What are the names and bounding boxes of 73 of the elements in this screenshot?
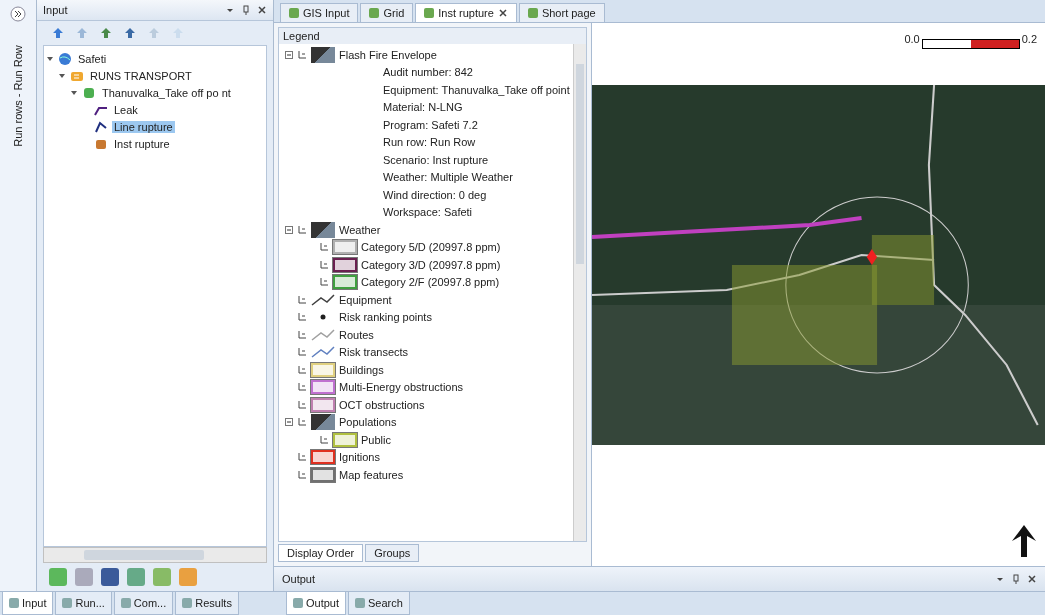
pane-tab[interactable]: Results [175,592,239,615]
legend-label: Routes [339,328,374,341]
legend-label: Flash Fire Envelope [339,48,437,61]
scale-label: 0.2 [1021,33,1037,45]
scale-label: 0.0 [904,33,920,45]
tree-item[interactable]: Leak [112,103,140,116]
legend-tab[interactable]: Display Order [278,544,364,563]
legend-title: Legend [283,30,320,42]
document-tab[interactable]: GIS Input [280,3,359,22]
expand-pane-icon[interactable] [10,6,26,22]
expand-toggle-icon[interactable] [70,88,78,97]
toolbar-arrow-icon[interactable] [123,26,137,40]
legend-label: Weather: Multiple Weather [383,171,513,184]
document-tab[interactable]: Grid [360,3,414,22]
legend-label: Scenario: Inst rupture [383,153,489,166]
pane-tab[interactable]: Run... [55,592,112,615]
vertical-scrollbar[interactable] [573,44,586,542]
legend-label: Buildings [339,363,384,376]
tree-item[interactable]: Thanuvalka_Take off po nt [100,86,233,99]
north-arrow-icon [1011,524,1037,559]
legend-label: Workspace: Safeti [383,206,473,219]
legend-label: Equipment: Thanuvalka_Take off point [383,83,570,96]
expand-toggle-icon[interactable] [58,71,66,80]
legend-label: Equipment [339,293,392,306]
layer-thumbnail-icon [311,46,335,63]
document-tab[interactable]: Inst rupture [415,3,517,22]
legend-label: Risk transects [339,346,409,359]
expand-toggle-icon[interactable] [285,418,293,427]
legend-label: Weather [339,223,381,236]
legend-label: OCT obstructions [339,398,425,411]
legend-label: Program: Safeti 7.2 [383,118,478,131]
collapsed-pane-label[interactable]: Run rows - Run Row [12,45,24,147]
toolbar-icon[interactable] [101,568,119,587]
toolbar-arrow-icon[interactable] [99,26,113,40]
pane-tab[interactable]: Com... [113,592,174,615]
legend-tab[interactable]: Groups [365,544,420,563]
close-icon[interactable] [257,5,267,15]
pane-tab[interactable]: Search [348,592,410,615]
legend-label: Category 3/D (20997.8 ppm) [361,258,501,271]
legend-label: Material: N-LNG [383,101,463,114]
close-icon[interactable] [1027,574,1037,585]
tree-item[interactable]: Safeti [76,52,109,65]
legend-label: Risk ranking points [339,311,432,324]
satellite-map-drawing[interactable] [592,85,1045,445]
tree-item[interactable]: Inst rupture [112,137,172,150]
layer-thumbnail-icon [311,221,335,238]
panel-title: Input [43,4,68,16]
legend-label: Category 5/D (20997.8 ppm) [361,241,501,254]
legend-label: Audit number: 842 [383,66,473,79]
toolbar-arrow-icon[interactable] [51,26,65,40]
document-tab[interactable]: Short page [518,3,605,22]
globe-icon [58,51,72,66]
panel-title: Output [282,573,316,586]
horizontal-scrollbar[interactable] [43,547,267,564]
tree-item[interactable]: Line rupture [112,120,175,133]
pane-tab[interactable]: Output [286,592,347,615]
close-icon[interactable] [497,8,508,18]
layer-thumbnail-icon [311,414,335,431]
legend-label: Multi-Energy obstructions [339,381,464,394]
legend-label: Run row: Run Row [383,136,476,149]
legend-label: Wind direction: 0 deg [383,188,487,201]
expand-toggle-icon[interactable] [46,54,54,63]
pane-tab[interactable]: Input [2,592,54,615]
expand-toggle-icon[interactable] [285,225,293,234]
legend-label: Populations [339,416,397,429]
expand-toggle-icon[interactable] [285,50,293,59]
legend-label: Public [361,433,391,446]
pin-icon[interactable] [241,5,251,15]
tree-item[interactable]: RUNS TRANSPORT [88,69,194,82]
legend-label: Category 2/F (20997.8 ppm) [361,276,500,289]
legend-label: Map features [339,468,404,481]
pin-icon[interactable] [1011,574,1021,585]
legend-label: Ignitions [339,451,380,464]
